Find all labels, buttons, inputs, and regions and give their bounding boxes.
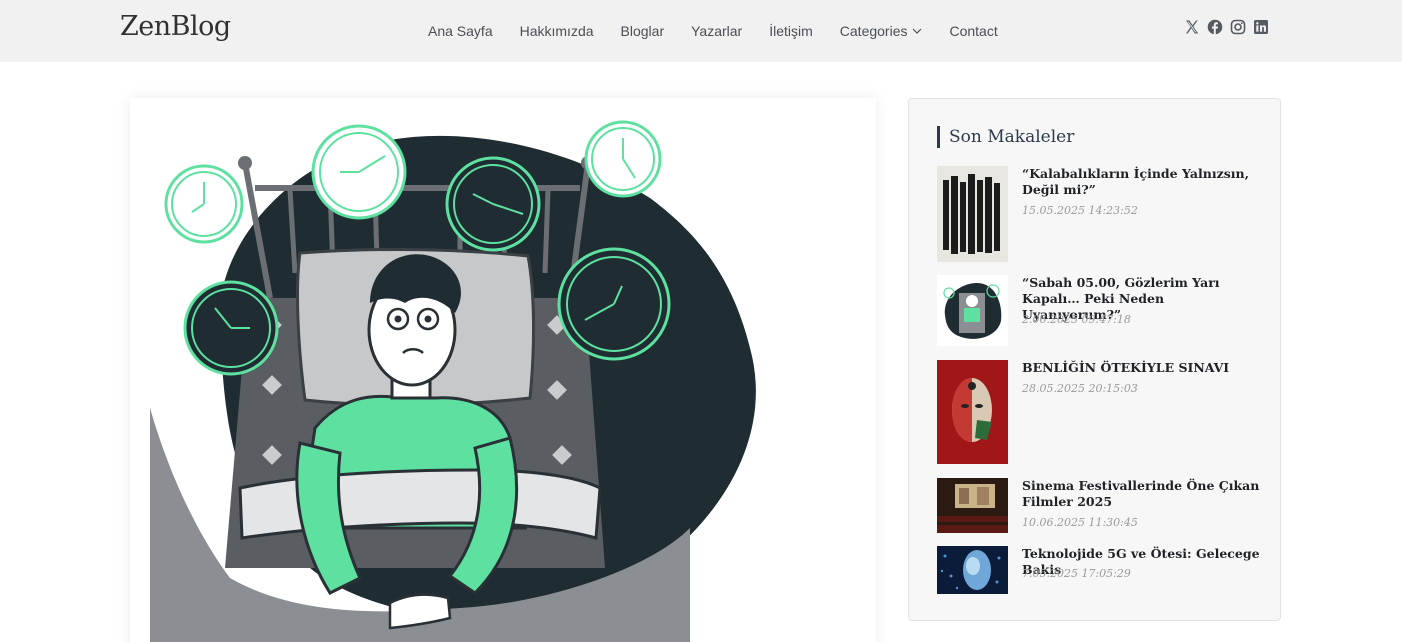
post-thumbnail[interactable] <box>937 546 1008 594</box>
clock-3 <box>445 156 541 252</box>
recent-post-item[interactable]: Teknolojide 5G ve Ötesi: Gelecege Bakis … <box>937 546 1260 594</box>
post-thumbnail[interactable] <box>937 166 1008 262</box>
post-thumbnail[interactable] <box>937 275 1008 346</box>
recent-post-item[interactable]: “Sabah 05.00, Gözlerim Yarı Kapalı… Peki… <box>937 275 1257 346</box>
recent-post-item[interactable]: BENLİĞİN ÖTEKİYLE SINAVI 28.05.2025 20:1… <box>937 360 1257 464</box>
post-date: 15.05.2025 14:23:52 <box>1022 204 1138 217</box>
post-title[interactable]: BENLİĞİN ÖTEKİYLE SINAVI <box>1022 360 1262 376</box>
nav-item-categories-label: Categories <box>839 23 908 39</box>
x-icon[interactable] <box>1184 19 1200 35</box>
post-date: 7.05.2025 17:05:29 <box>1022 567 1131 580</box>
recent-post-item[interactable]: Sinema Festivallerinde Öne Çıkan Filmler… <box>937 478 1259 533</box>
clock-6 <box>557 247 671 361</box>
post-title[interactable]: “Kalabalıkların İçinde Yalnızsın, Değil … <box>1022 166 1262 198</box>
main-nav: Ana Sayfa Hakkımızda Bloglar Yazarlar İl… <box>428 0 998 62</box>
facebook-icon[interactable] <box>1207 19 1223 35</box>
recent-posts-sidebar: Son Makaleler “Kalabalıkların İçinde Yal… <box>908 98 1281 621</box>
site-logo[interactable]: ZenBlog <box>120 11 231 42</box>
linkedin-icon[interactable] <box>1253 19 1269 35</box>
post-thumbnail[interactable] <box>937 360 1008 464</box>
clock-4 <box>584 120 662 198</box>
clock-2 <box>311 124 407 220</box>
chevron-down-icon <box>913 28 922 34</box>
featured-article-card[interactable] <box>130 98 876 642</box>
nav-item-contact[interactable]: Contact <box>949 23 997 39</box>
clock-1 <box>164 164 244 244</box>
social-links <box>1184 19 1269 35</box>
nav-item-ana-sayfa[interactable]: Ana Sayfa <box>428 23 493 39</box>
post-thumbnail[interactable] <box>937 478 1008 533</box>
post-date: 28.05.2025 20:15:03 <box>1022 382 1138 395</box>
nav-item-yazarlar[interactable]: Yazarlar <box>691 23 742 39</box>
recent-post-item[interactable]: “Kalabalıkların İçinde Yalnızsın, Değil … <box>937 166 1257 262</box>
site-header: ZenBlog Ana Sayfa Hakkımızda Bloglar Yaz… <box>0 0 1402 62</box>
instagram-icon[interactable] <box>1230 19 1246 35</box>
nav-item-hakkimizda[interactable]: Hakkımızda <box>520 23 594 39</box>
insomnia-illustration <box>150 120 756 642</box>
nav-item-iletisim[interactable]: İletişim <box>769 23 813 39</box>
post-date: 2.06.2025 09:47:18 <box>1022 313 1131 326</box>
sidebar-title: Son Makaleler <box>937 126 1074 148</box>
nav-item-bloglar[interactable]: Bloglar <box>621 23 665 39</box>
clock-5 <box>183 280 279 376</box>
nav-item-categories[interactable]: Categories <box>840 23 923 39</box>
post-title[interactable]: Sinema Festivallerinde Öne Çıkan Filmler… <box>1022 478 1262 510</box>
post-date: 10.06.2025 11:30:45 <box>1022 516 1138 529</box>
